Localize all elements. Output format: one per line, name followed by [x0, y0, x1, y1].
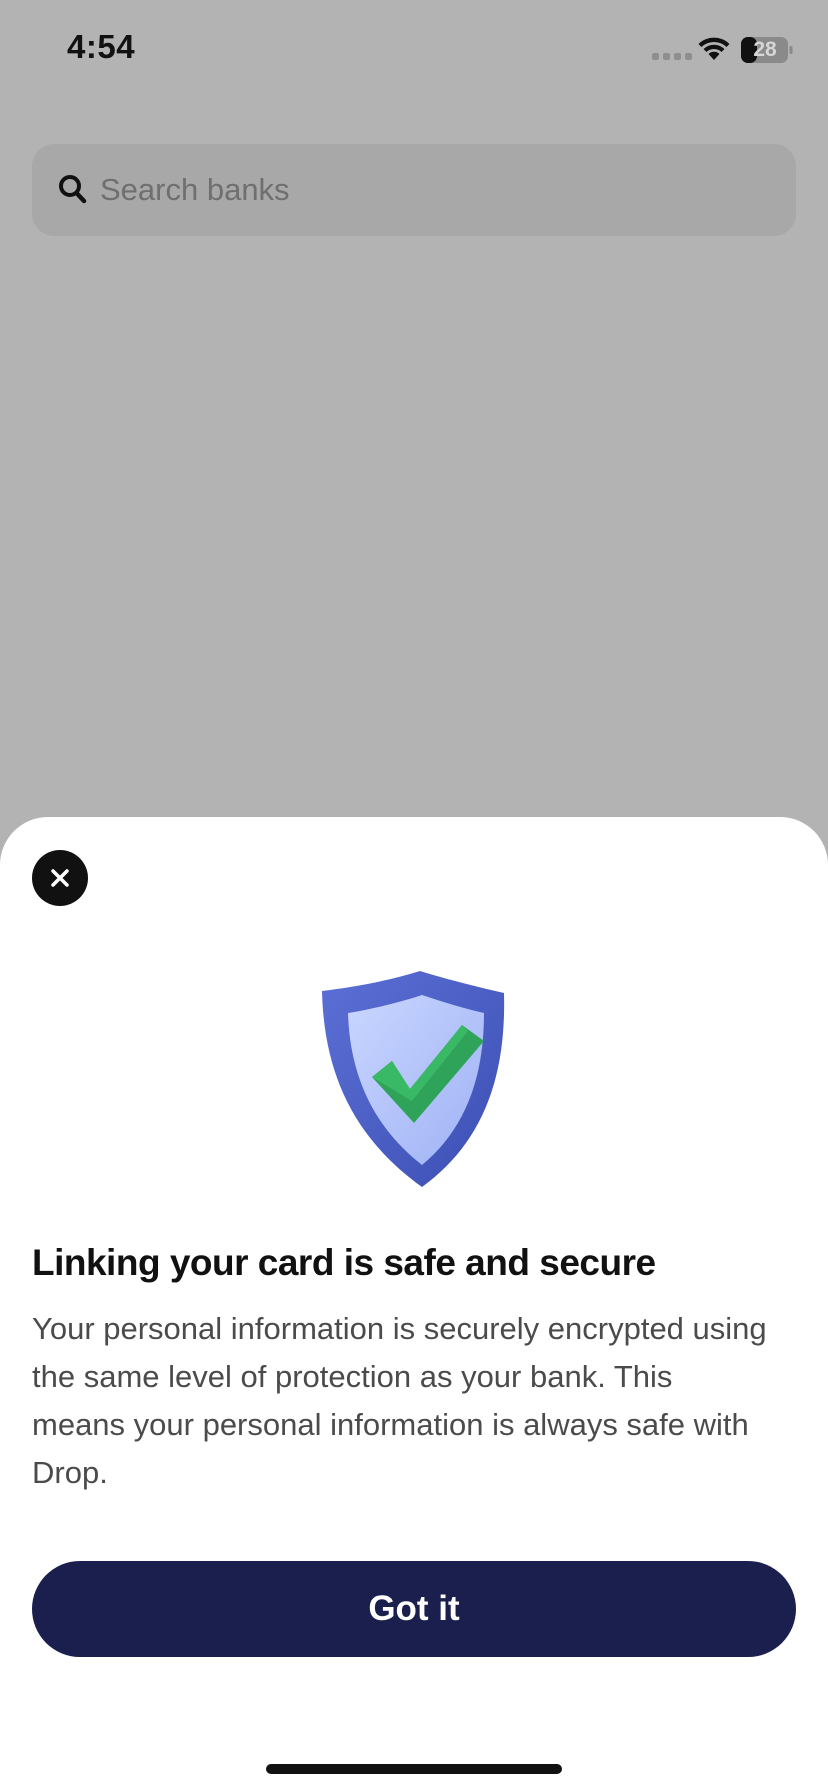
search-input[interactable]	[100, 144, 760, 236]
search-bar[interactable]	[32, 144, 796, 236]
status-time: 4:54	[67, 28, 136, 65]
cellular-signal-icon	[652, 53, 692, 60]
screen: 4:54 28 Search banks Linking your card i…	[0, 0, 828, 1792]
got-it-button[interactable]: Got it	[32, 1561, 796, 1657]
close-button[interactable]	[32, 850, 88, 906]
sheet-description: Your personal information is securely en…	[32, 1311, 767, 1490]
status-bar: 4:54 28	[0, 0, 828, 100]
home-indicator	[266, 1764, 562, 1774]
sheet-title: Linking your card is safe and secure	[32, 1242, 656, 1283]
wifi-icon	[698, 37, 730, 60]
bottom-sheet: Linking your card is safe and secure You…	[0, 817, 828, 1792]
close-icon	[51, 869, 69, 887]
shield-check-icon	[322, 971, 505, 1187]
search-icon	[59, 175, 87, 204]
battery-level: 28	[753, 38, 777, 61]
